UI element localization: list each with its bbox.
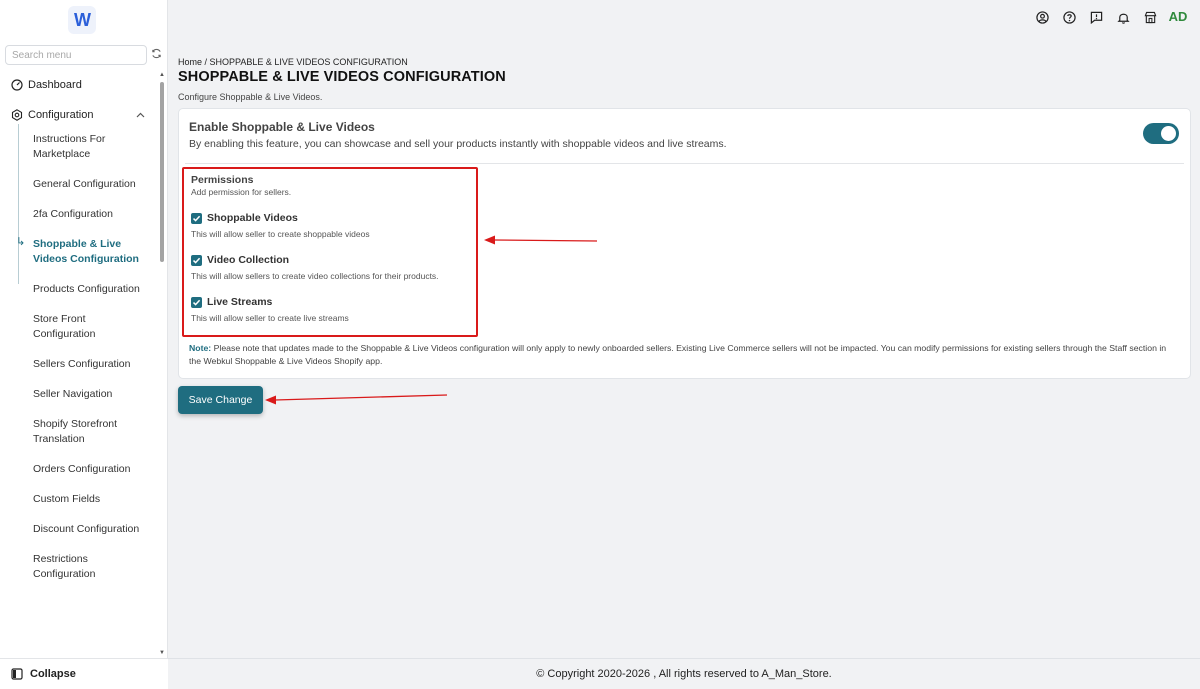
collapse-label: Collapse	[30, 668, 76, 680]
divider	[185, 163, 1184, 164]
page-subtitle: Configure Shoppable & Live Videos.	[178, 92, 323, 102]
sidebar-collapse-icon	[11, 668, 23, 680]
permission-row-shoppable-videos[interactable]: Shoppable Videos	[191, 212, 298, 224]
feature-title: Enable Shoppable & Live Videos	[189, 120, 375, 134]
annotation-arrow-save	[265, 394, 448, 405]
collapse-button[interactable]: Collapse	[0, 658, 168, 689]
sidebar-item-sellers-configuration[interactable]: Sellers Configuration	[0, 357, 157, 372]
sidebar-item-label: Configuration	[28, 109, 94, 121]
permission-label: Live Streams	[207, 296, 273, 308]
sidebar-item-orders-configuration[interactable]: Orders Configuration	[0, 462, 157, 477]
sidebar-item-shoppable-live-videos[interactable]: ↳ Shoppable & Live Videos Configuration	[0, 236, 157, 267]
enable-feature-toggle[interactable]	[1143, 123, 1179, 144]
scroll-down-icon[interactable]: ▼	[159, 650, 165, 656]
permission-row-live-streams[interactable]: Live Streams	[191, 296, 272, 308]
sidebar: W Dashboard Configuration Instructions F…	[0, 0, 168, 689]
permission-label: Shoppable Videos	[207, 212, 298, 224]
feature-description: By enabling this feature, you can showca…	[189, 138, 727, 150]
refresh-icon[interactable]	[151, 48, 163, 60]
footer: © Copyright 2020-2026 , All rights reser…	[168, 658, 1200, 689]
gear-icon	[11, 109, 23, 121]
note-text: Please note that updates made to the Sho…	[189, 343, 1167, 366]
store-icon[interactable]	[1137, 8, 1164, 26]
scroll-thumb[interactable]	[160, 82, 164, 262]
note-label: Note:	[189, 343, 212, 353]
sidebar-item-products-configuration[interactable]: Products Configuration	[0, 282, 157, 297]
checkbox-shoppable-videos[interactable]	[191, 212, 202, 224]
sidebar-item-configuration[interactable]: Configuration	[0, 102, 157, 128]
sidebar-item-label: Shoppable & Live Videos Configuration	[33, 238, 139, 265]
arrow-corner-icon: ↳	[16, 236, 26, 248]
permissions-box: Permissions Add permission for sellers. …	[182, 167, 478, 337]
sidebar-item-restrictions-configuration[interactable]: Restrictions Configuration	[0, 552, 157, 582]
sidebar-item-general-configuration[interactable]: General Configuration	[0, 177, 157, 192]
permission-label: Video Collection	[207, 254, 290, 266]
checkbox-live-streams[interactable]	[191, 296, 202, 308]
sidebar-item-instructions[interactable]: Instructions For Marketplace	[0, 132, 157, 162]
sidebar-scrollbar[interactable]: ▲ ▼	[158, 72, 166, 656]
sidebar-item-label: Dashboard	[28, 79, 82, 91]
permission-row-video-collection[interactable]: Video Collection	[191, 254, 289, 266]
page-title: SHOPPABLE & LIVE VIDEOS CONFIGURATION	[178, 69, 506, 85]
save-change-button[interactable]: Save Change	[178, 386, 263, 414]
permissions-subtitle: Add permission for sellers.	[191, 187, 292, 197]
scroll-up-icon[interactable]: ▲	[159, 72, 165, 78]
dashboard-icon	[11, 79, 23, 91]
sidebar-item-custom-fields[interactable]: Custom Fields	[0, 492, 157, 507]
user-circle-icon[interactable]	[1029, 8, 1056, 26]
topbar: AD	[1029, 8, 1192, 26]
settings-card: Enable Shoppable & Live Videos By enabli…	[178, 108, 1191, 379]
permissions-title: Permissions	[191, 174, 254, 186]
breadcrumb: Home / SHOPPABLE & LIVE VIDEOS CONFIGURA…	[178, 57, 408, 67]
feedback-icon[interactable]	[1083, 8, 1110, 26]
avatar[interactable]: AD	[1164, 8, 1192, 26]
checkbox-video-collection[interactable]	[191, 254, 202, 266]
sidebar-item-storefront-translation[interactable]: Shopify Storefront Translation	[0, 417, 157, 447]
bell-icon[interactable]	[1110, 8, 1137, 26]
sidebar-item-store-front-configuration[interactable]: Store Front Configuration	[0, 312, 157, 342]
sidebar-nav: Dashboard Configuration Instructions For…	[0, 72, 157, 656]
search-menu-input[interactable]	[5, 45, 147, 65]
logo-icon: W	[74, 9, 91, 30]
sidebar-item-seller-navigation[interactable]: Seller Navigation	[0, 387, 157, 402]
app-logo[interactable]: W	[68, 6, 96, 34]
sidebar-item-dashboard[interactable]: Dashboard	[0, 72, 157, 98]
note: Note: Please note that updates made to t…	[189, 342, 1179, 368]
configuration-submenu: Instructions For Marketplace General Con…	[0, 124, 157, 582]
sidebar-item-discount-configuration[interactable]: Discount Configuration	[0, 522, 157, 537]
help-circle-icon[interactable]	[1056, 8, 1083, 26]
permission-description: This will allow seller to create shoppab…	[191, 229, 370, 239]
sidebar-item-2fa-configuration[interactable]: 2fa Configuration	[0, 207, 157, 222]
chevron-up-icon[interactable]	[136, 110, 145, 121]
permission-description: This will allow seller to create live st…	[191, 313, 349, 323]
permission-description: This will allow sellers to create video …	[191, 271, 439, 281]
